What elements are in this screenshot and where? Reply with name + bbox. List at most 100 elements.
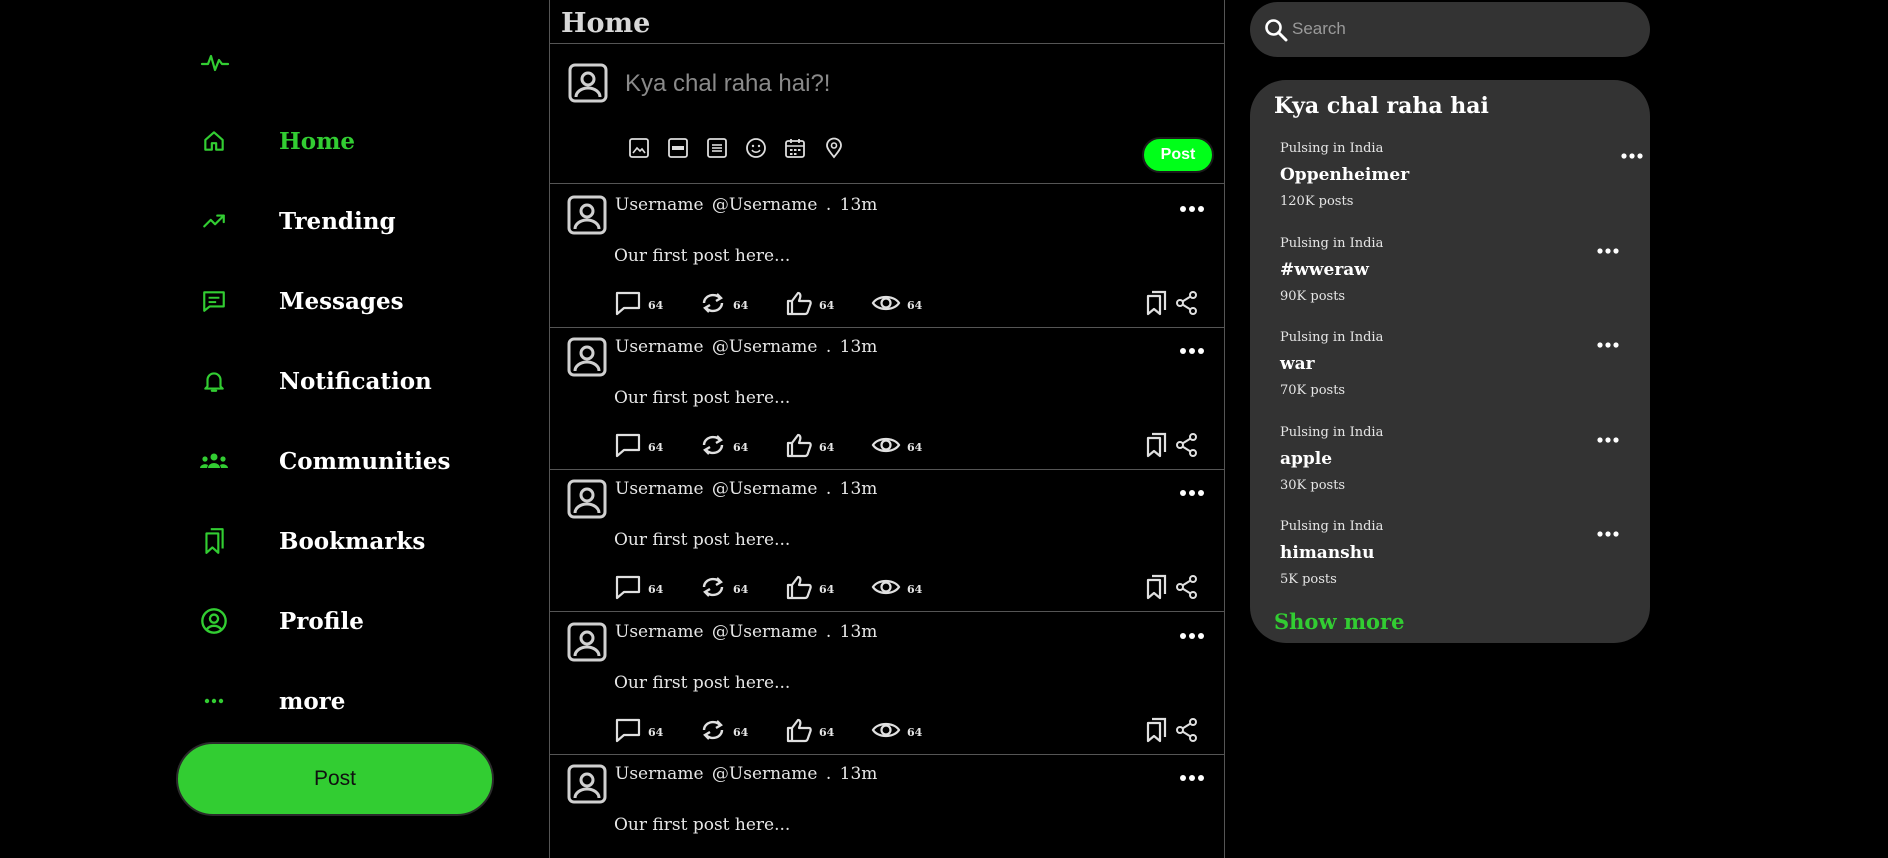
nav-item-trending[interactable]: Trending [198,196,528,246]
repost-button[interactable]: 64 [699,574,748,604]
trend-item[interactable]: Pulsing in India Oppenheimer 120K posts [1280,141,1643,231]
post-time: 13m [839,479,878,499]
post-more-icon[interactable] [1178,483,1206,502]
post-handle[interactable]: @Username [712,479,818,499]
post-handle[interactable]: @Username [712,764,818,784]
share-icon [1175,574,1199,604]
post-item[interactable]: Username @Username . 13m Our first post h… [550,754,1224,858]
like-button[interactable]: 64 [785,290,834,320]
post-username[interactable]: Username [615,622,704,642]
post-handle[interactable]: @Username [712,337,818,357]
gif-icon[interactable] [666,136,690,160]
post-item[interactable]: Username @Username . 13m Our first post h… [550,469,1224,612]
views-button[interactable]: 64 [871,432,922,462]
views-button[interactable]: 64 [871,290,922,320]
post-text: Our first post here... [614,815,791,835]
post-more-icon[interactable] [1178,626,1206,645]
post-more-icon[interactable] [1178,199,1206,218]
show-more-link[interactable]: Show more [1274,609,1404,634]
post-item[interactable]: Username @Username . 13m Our first post h… [550,185,1224,328]
feed: Home Post Use [549,0,1225,858]
post-actions: 64 64 64 64 [614,432,1214,462]
avatar-icon[interactable] [567,195,607,239]
nav-item-home[interactable]: Home [198,116,528,166]
post-handle[interactable]: @Username [712,622,818,642]
reply-button[interactable]: 64 [614,432,663,462]
trend-more-icon[interactable] [1596,241,1620,260]
post-text: Our first post here... [614,530,791,550]
reply-button[interactable]: 64 [614,290,663,320]
repost-button[interactable]: 64 [699,432,748,462]
reply-button[interactable]: 64 [614,717,663,747]
share-button[interactable] [1175,432,1199,462]
avatar-icon[interactable] [567,764,607,808]
bookmarks-icon [198,525,230,557]
views-icon [871,432,901,462]
avatar-icon[interactable] [567,622,607,666]
trend-more-icon[interactable] [1620,146,1644,165]
search-input[interactable] [1292,15,1632,43]
nav-item-communities[interactable]: Communities [198,436,528,486]
bookmark-button[interactable] [1145,717,1169,747]
trend-more-icon[interactable] [1596,430,1620,449]
post-item[interactable]: Username @Username . 13m Our first post h… [550,327,1224,470]
like-button[interactable]: 64 [785,432,834,462]
trend-more-icon[interactable] [1596,335,1620,354]
nav-item-more[interactable]: more [198,676,528,726]
share-button[interactable] [1175,574,1199,604]
trend-more-icon[interactable] [1596,524,1620,543]
trend-count: 90K posts [1280,289,1346,304]
image-icon[interactable] [627,136,651,160]
post-handle[interactable]: @Username [712,195,818,215]
bookmark-button[interactable] [1145,574,1169,604]
avatar-icon[interactable] [567,479,607,523]
post-item[interactable]: Username @Username . 13m Our first post h… [550,612,1224,755]
trend-item[interactable]: Pulsing in India #wweraw 90K posts [1280,236,1620,326]
like-button[interactable]: 64 [785,574,834,604]
trend-item[interactable]: Pulsing in India apple 30K posts [1280,425,1620,515]
like-count: 64 [819,582,835,596]
post-username[interactable]: Username [615,337,704,357]
post-more-icon[interactable] [1178,341,1206,360]
avatar-icon[interactable] [567,337,607,381]
trend-item[interactable]: Pulsing in India war 70K posts [1280,330,1620,420]
nav-label: Notification [279,367,432,395]
post-username[interactable]: Username [615,764,704,784]
bookmark-button[interactable] [1145,432,1169,462]
share-button[interactable] [1175,717,1199,747]
post-meta: Username @Username . 13m [615,337,880,357]
emoji-icon[interactable] [744,136,768,160]
like-icon [785,432,813,462]
post-username[interactable]: Username [615,195,704,215]
pulse-icon[interactable] [200,47,230,77]
reply-button[interactable]: 64 [614,574,663,604]
repost-button[interactable]: 64 [699,717,748,747]
repost-button[interactable]: 64 [699,290,748,320]
trend-item[interactable]: Pulsing in India himanshu 5K posts [1280,519,1620,609]
composer-input[interactable] [625,64,1185,104]
avatar-icon [568,63,608,107]
views-icon [871,290,901,320]
post-more-icon[interactable] [1178,768,1206,787]
composer-post-button[interactable]: Post [1142,137,1214,173]
bookmark-button[interactable] [1145,290,1169,320]
nav-item-messages[interactable]: Messages [198,276,528,326]
repost-count: 64 [733,725,749,739]
location-icon[interactable] [822,136,846,160]
nav-item-bookmarks[interactable]: Bookmarks [198,516,528,566]
list-icon[interactable] [705,136,729,160]
nav-item-profile[interactable]: Profile [198,596,528,646]
post-time: 13m [839,337,878,357]
views-button[interactable]: 64 [871,574,922,604]
share-button[interactable] [1175,290,1199,320]
search-icon [1264,18,1288,46]
nav-item-notification[interactable]: Notification [198,356,528,406]
like-count: 64 [819,298,835,312]
schedule-icon[interactable] [783,136,807,160]
post-username[interactable]: Username [615,479,704,499]
composer: Post [550,43,1224,184]
profile-icon [198,605,230,637]
views-button[interactable]: 64 [871,717,922,747]
post-button[interactable]: Post [176,742,494,816]
like-button[interactable]: 64 [785,717,834,747]
